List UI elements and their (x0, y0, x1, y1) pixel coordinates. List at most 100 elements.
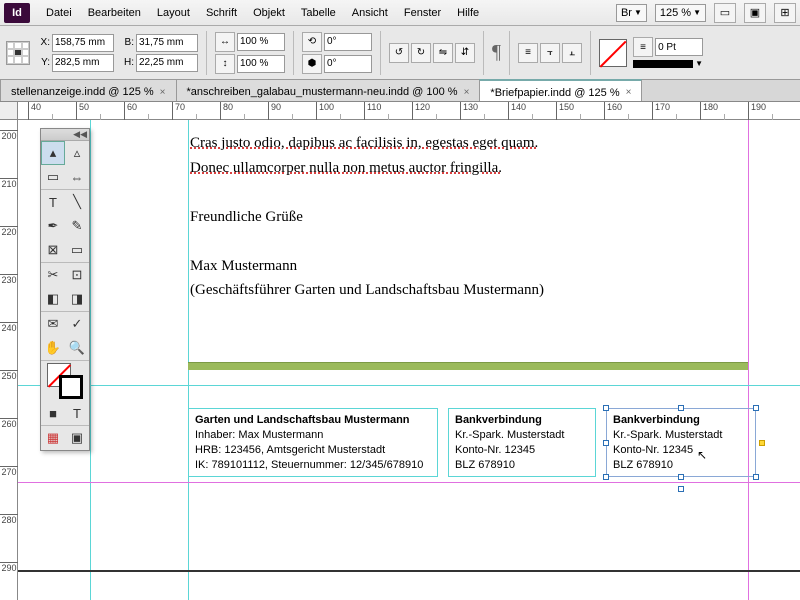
selection-handle[interactable] (753, 405, 759, 411)
footer-line: Kr.-Spark. Musterstadt (455, 428, 589, 443)
guide-vertical[interactable] (90, 120, 91, 600)
body-line: Cras justo odio, dapibus ac facilisis in… (190, 135, 538, 151)
gradient-feather-tool[interactable]: ◨ (65, 287, 89, 311)
footer-box-company[interactable]: Garten und Landschaftsbau Mustermann Inh… (188, 408, 438, 477)
fill-swatch[interactable] (599, 39, 627, 67)
ruler-horizontal[interactable]: 4050607080901001101201301401501601701801… (18, 102, 800, 120)
arrange-icon[interactable]: ⊞ (774, 3, 796, 23)
guide-vertical-margin[interactable] (748, 120, 749, 600)
footer-line: Inhaber: Max Mustermann (195, 428, 431, 443)
pen-tool[interactable]: ✒ (41, 214, 65, 238)
hand-tool[interactable]: ✋ (41, 336, 65, 360)
rotate-ccw-icon[interactable]: ↺ (389, 43, 409, 63)
menu-layout[interactable]: Layout (149, 3, 198, 23)
rectangle-frame-tool[interactable]: ⊠ (41, 238, 65, 262)
page-tool[interactable]: ▭ (41, 165, 65, 189)
rotate-icon: ⟲ (302, 32, 322, 52)
y-input[interactable] (52, 54, 114, 72)
menu-hilfe[interactable]: Hilfe (449, 3, 487, 23)
menu-tabelle[interactable]: Tabelle (293, 3, 344, 23)
stroke-style-swatch[interactable] (633, 60, 693, 68)
document-tab[interactable]: stellenanzeige.indd @ 125 %× (0, 79, 177, 101)
rectangle-tool[interactable]: ▭ (65, 238, 89, 262)
rotate-input[interactable] (324, 33, 372, 51)
tab-close-icon[interactable]: × (464, 87, 470, 98)
menu-objekt[interactable]: Objekt (245, 3, 293, 23)
reference-point[interactable] (6, 41, 30, 65)
pencil-tool[interactable]: ✎ (65, 214, 89, 238)
tools-panel-header[interactable]: ◀◀ (41, 129, 89, 141)
menu-datei[interactable]: Datei (38, 3, 80, 23)
footer-box-bank-2-selected[interactable]: Bankverbindung Kr.-Spark. Musterstadt Ko… (606, 408, 756, 477)
apply-color-button[interactable]: ■ (41, 401, 65, 425)
stroke-weight-icon: ≡ (633, 37, 653, 57)
height-input[interactable] (136, 54, 198, 72)
flip-h-icon[interactable]: ⇋ (433, 43, 453, 63)
selection-handle[interactable] (753, 474, 759, 480)
selection-handle[interactable] (678, 405, 684, 411)
canvas[interactable]: Cras justo odio, dapibus ac facilisis in… (18, 120, 800, 600)
gap-tool[interactable]: ⇔ (65, 165, 89, 189)
selection-handle[interactable] (678, 474, 684, 480)
width-input[interactable] (136, 34, 198, 52)
view-mode-icon[interactable]: ▭ (714, 3, 736, 23)
selection-handle[interactable] (678, 486, 684, 492)
align-icon-1[interactable]: ≡ (518, 43, 538, 63)
divider-strip[interactable] (188, 362, 748, 370)
scale-y-input[interactable] (237, 55, 285, 73)
selection-handle[interactable] (603, 405, 609, 411)
ruler-origin[interactable] (0, 102, 18, 120)
rotate-cw-icon[interactable]: ↻ (411, 43, 431, 63)
document-tab[interactable]: *anschreiben_galabau_mustermann-neu.indd… (176, 79, 481, 101)
tab-close-icon[interactable]: × (626, 87, 632, 98)
formatting-affects-button[interactable]: T (65, 401, 89, 425)
footer-box-bank-1[interactable]: Bankverbindung Kr.-Spark. Musterstadt Ko… (448, 408, 596, 477)
gradient-swatch-tool[interactable]: ◧ (41, 287, 65, 311)
shear-input[interactable] (324, 55, 372, 73)
x-input[interactable] (52, 34, 114, 52)
menu-ansicht[interactable]: Ansicht (344, 3, 396, 23)
footer-heading: Garten und Landschaftsbau Mustermann (195, 413, 431, 428)
menubar: Id DateiBearbeitenLayoutSchriftObjektTab… (0, 0, 800, 26)
eyedropper-tool[interactable]: ✓ (65, 312, 89, 336)
normal-view-button[interactable]: ▦ (41, 426, 65, 450)
selection-handle[interactable] (603, 440, 609, 446)
guide-horizontal[interactable] (18, 385, 800, 386)
fill-stroke-control[interactable] (41, 361, 89, 401)
align-icon-2[interactable]: ⫟ (540, 43, 560, 63)
selection-handle[interactable] (603, 474, 609, 480)
document-tab[interactable]: *Briefpapier.indd @ 125 %× (479, 79, 642, 101)
shear-icon: ⬢ (302, 54, 322, 74)
note-tool[interactable]: ✉ (41, 312, 65, 336)
scissors-tool[interactable]: ✂ (41, 263, 65, 287)
type-tool[interactable]: T (41, 190, 65, 214)
signature-role: (Geschäftsführer Garten und Landschaftsb… (190, 279, 544, 302)
menu-schrift[interactable]: Schrift (198, 3, 245, 23)
guide-vertical[interactable] (188, 120, 189, 600)
body-text-frame[interactable]: Cras justo odio, dapibus ac facilisis in… (190, 132, 544, 304)
zoom-tool[interactable]: 🔍 (65, 336, 89, 360)
tab-close-icon[interactable]: × (160, 87, 166, 98)
screen-mode-icon[interactable]: ▣ (744, 3, 766, 23)
paragraph-icon[interactable]: ¶ (492, 41, 501, 64)
menu-fenster[interactable]: Fenster (396, 3, 449, 23)
selection-handle-live-corner[interactable] (759, 440, 765, 446)
footer-heading: Bankverbindung (613, 413, 749, 428)
direct-selection-tool[interactable]: ▵ (65, 141, 89, 165)
zoom-dropdown[interactable]: 125 %▼ (655, 4, 706, 22)
document-tabs: stellenanzeige.indd @ 125 %×*anschreiben… (0, 80, 800, 102)
tools-panel[interactable]: ◀◀ ▴ ▵ ▭ ⇔ T ╲ ✒ ✎ ⊠ ▭ ✂ ⊡ ◧ ◨ ✉ ✓ ✋ 🔍 ■… (40, 128, 90, 451)
preview-button[interactable]: ▣ (65, 426, 89, 450)
ruler-vertical[interactable]: 200210220230240250260270280290 (0, 120, 18, 600)
greeting: Freundliche Grüße (190, 206, 544, 229)
bridge-dropdown[interactable]: Br▼ (616, 4, 647, 22)
align-icon-3[interactable]: ⫠ (562, 43, 582, 63)
stroke-weight-input[interactable] (655, 38, 703, 56)
scale-x-input[interactable] (237, 33, 285, 51)
menu-bearbeiten[interactable]: Bearbeiten (80, 3, 149, 23)
selection-tool[interactable]: ▴ (41, 141, 65, 165)
line-tool[interactable]: ╲ (65, 190, 89, 214)
guide-horizontal-margin[interactable] (18, 482, 800, 483)
flip-v-icon[interactable]: ⇵ (455, 43, 475, 63)
free-transform-tool[interactable]: ⊡ (65, 263, 89, 287)
